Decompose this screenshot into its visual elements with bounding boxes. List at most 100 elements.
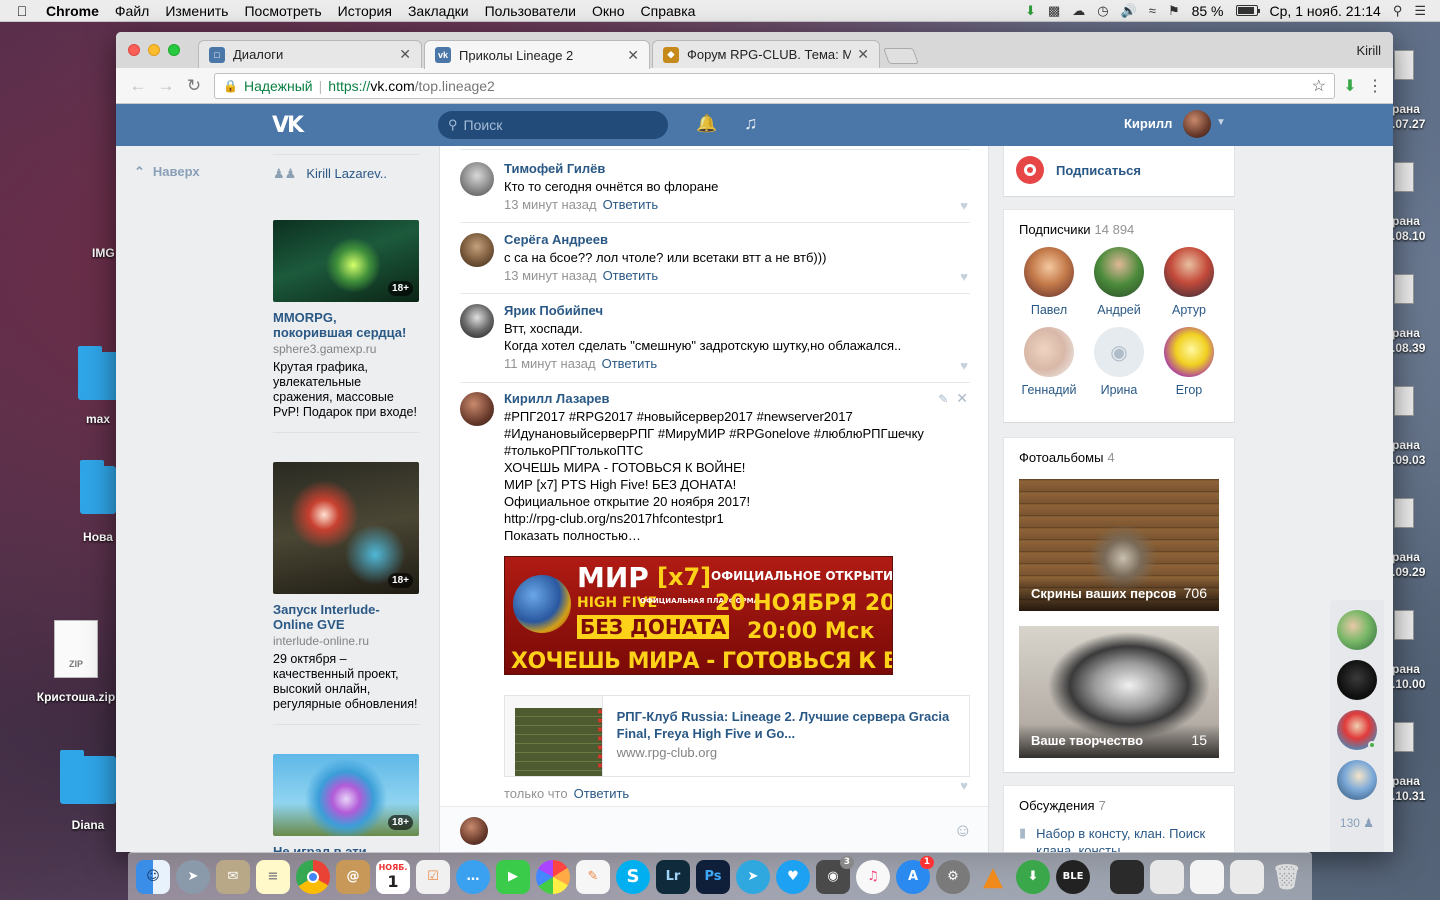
comment-avatar[interactable] bbox=[460, 233, 494, 267]
menu-app-name[interactable]: Chrome bbox=[44, 3, 107, 19]
hashtags-line[interactable]: #толькоРПГтолькоПТС bbox=[504, 442, 970, 459]
battery-icon[interactable] bbox=[1235, 5, 1260, 16]
hashtags-line[interactable]: #ИдунановыйсерверРПГ #МируМИР #RPGonelov… bbox=[504, 425, 970, 442]
bookmark-star-icon[interactable]: ☆ bbox=[1312, 76, 1326, 96]
back-arrow-icon[interactable]: ← bbox=[124, 76, 152, 96]
reply-link[interactable]: Ответить bbox=[574, 786, 630, 801]
link-preview-title[interactable]: РПГ-Клуб Russia: Lineage 2. Лучшие серве… bbox=[617, 708, 955, 742]
flag-icon[interactable]: ⚑ bbox=[1168, 3, 1180, 19]
subscriber-item[interactable]: Павел bbox=[1014, 247, 1084, 317]
apple-menu-icon[interactable]:  bbox=[0, 3, 44, 19]
chat-avatar[interactable] bbox=[1337, 760, 1377, 800]
facetime-icon[interactable]: ▶ bbox=[496, 859, 530, 894]
desktop-screenshot-icon[interactable] bbox=[1394, 274, 1414, 304]
reply-link[interactable]: Ответить bbox=[603, 268, 659, 283]
subscriber-item[interactable]: Геннадий bbox=[1014, 327, 1084, 397]
desktop-folder-diana[interactable]: Diana bbox=[60, 750, 116, 832]
subscriber-item[interactable]: Артур bbox=[1154, 247, 1224, 317]
ad-interlude-online[interactable]: 18+ Запуск Interlude-Online GVE interlud… bbox=[273, 462, 419, 725]
lightroom-icon[interactable]: Lr bbox=[656, 859, 690, 894]
comment-composer[interactable]: ☺ bbox=[440, 806, 988, 852]
subscriber-item[interactable]: ◉ Ирина bbox=[1084, 327, 1154, 397]
ad-image[interactable]: 18+ bbox=[273, 462, 419, 594]
menu-bookmarks[interactable]: Закладки bbox=[400, 3, 477, 19]
new-tab-button[interactable] bbox=[883, 48, 919, 64]
like-heart-icon[interactable]: ♥ bbox=[960, 269, 968, 284]
minimized-window-icon[interactable] bbox=[1190, 859, 1224, 894]
messages-bubble-icon[interactable]: … bbox=[456, 859, 490, 894]
app-store-icon[interactable]: A1 bbox=[896, 855, 934, 894]
link-preview-thumbnail[interactable]: ✖✔ ✖✔ ✖✔ ✖✔ ✖✔ ✖✔ ✖✔ bbox=[505, 696, 603, 776]
pages-icon[interactable]: ✎ bbox=[576, 859, 610, 894]
ad-image[interactable]: 18+ bbox=[273, 220, 419, 302]
discussions-header[interactable]: Обсуждения 7 bbox=[1004, 786, 1234, 813]
chat-avatar[interactable] bbox=[1337, 660, 1377, 700]
notifications-bell-icon[interactable]: 🔔 bbox=[696, 114, 717, 134]
desktop-screenshot-icon[interactable] bbox=[1394, 50, 1414, 80]
close-tab-icon[interactable]: ✕ bbox=[399, 46, 411, 63]
wifi-icon[interactable]: ≈ bbox=[1149, 3, 1156, 18]
comment-avatar[interactable] bbox=[460, 162, 494, 196]
post-url-link[interactable]: http://rpg-club.org/ns2017hfcontestpr1 bbox=[504, 510, 970, 527]
header-user-name[interactable]: Кирилл bbox=[1124, 116, 1172, 131]
ads-viewer[interactable]: ♟♟ Kirill Lazarev.. bbox=[273, 166, 387, 182]
desktop-screenshot-icon[interactable] bbox=[1394, 498, 1414, 528]
trash-icon[interactable]: 🗑 bbox=[1270, 860, 1304, 894]
comment-author[interactable]: Тимофей Гилёв bbox=[504, 160, 970, 178]
itunes-icon[interactable]: ♫ bbox=[856, 859, 890, 894]
comment-time[interactable]: только что bbox=[504, 786, 568, 801]
comment-author[interactable]: Серёга Андреев bbox=[504, 231, 970, 249]
reminders-icon[interactable]: ☑ bbox=[416, 859, 450, 894]
photoshop-icon[interactable]: Ps bbox=[696, 859, 730, 894]
album-creativity[interactable]: Ваше творчество 15 bbox=[1019, 626, 1219, 758]
minimize-window-button[interactable] bbox=[148, 44, 160, 56]
desktop-zip-file[interactable]: ZIP Кристоша.zip bbox=[36, 620, 116, 704]
subscriber-item[interactable]: Егор bbox=[1154, 327, 1224, 397]
close-tab-icon[interactable]: ✕ bbox=[627, 47, 639, 64]
zoom-window-button[interactable] bbox=[168, 44, 180, 56]
menu-edit[interactable]: Изменить bbox=[157, 3, 236, 19]
subscriber-item[interactable]: Андрей bbox=[1084, 247, 1154, 317]
chrome-icon[interactable] bbox=[296, 859, 330, 894]
volume-icon[interactable]: 🔊 bbox=[1121, 3, 1137, 19]
chat-avatar[interactable] bbox=[1337, 710, 1377, 750]
vlc-cone-icon[interactable]: ▲ bbox=[976, 860, 1010, 894]
calendar-icon[interactable]: НОЯБ. 1 bbox=[376, 859, 410, 894]
skype-icon[interactable]: S bbox=[616, 859, 650, 894]
vk-search-input[interactable]: ⚲ Поиск bbox=[438, 111, 668, 139]
edit-pencil-icon[interactable]: ✎ bbox=[938, 392, 948, 406]
ad-title[interactable]: Не играл в эти... bbox=[273, 844, 419, 852]
comment-time[interactable]: 11 минут назад bbox=[504, 356, 596, 371]
subscribers-header[interactable]: Подписчики 14 894 bbox=[1004, 210, 1234, 243]
reply-link[interactable]: Ответить bbox=[603, 197, 659, 212]
desktop-screenshot-icon[interactable] bbox=[1394, 722, 1414, 752]
chevron-down-icon[interactable]: ▼ bbox=[1216, 117, 1226, 128]
subscribe-button[interactable]: Подписаться bbox=[1004, 146, 1234, 194]
desktop-screenshot-icon[interactable] bbox=[1394, 162, 1414, 192]
twitter-icon[interactable]: ♥ bbox=[776, 859, 810, 894]
emoji-smile-icon[interactable]: ☺ bbox=[954, 820, 972, 841]
desktop-screenshot-label[interactable]: рана .09.03 bbox=[1392, 438, 1440, 468]
spotlight-icon[interactable]: ⚲ bbox=[1393, 3, 1403, 19]
ad-third[interactable]: 18+ Не играл в эти... bbox=[273, 754, 419, 852]
address-bar[interactable]: 🔒 Надежный | https:// vk.com /top.lineag… bbox=[214, 72, 1335, 99]
comment-avatar[interactable] bbox=[460, 304, 494, 338]
menu-file[interactable]: Файл bbox=[107, 3, 157, 19]
photo-albums-header[interactable]: Фотоальбомы 4 bbox=[1004, 438, 1234, 471]
clock[interactable]: Ср, 1 нояб. 21:14 bbox=[1270, 3, 1381, 19]
forward-arrow-icon[interactable]: → bbox=[152, 76, 180, 96]
mail-stamp-icon[interactable]: ✉ bbox=[216, 859, 250, 894]
show-more-link[interactable]: Показать полностью… bbox=[504, 527, 970, 544]
online-count[interactable]: 130 ♟ bbox=[1330, 816, 1384, 830]
album-screenshots[interactable]: Скрины ваших персов 706 bbox=[1019, 479, 1219, 611]
telegram-icon[interactable]: ➤ bbox=[736, 859, 770, 894]
comment-author[interactable]: Ярик Побийпеч bbox=[504, 302, 970, 320]
desktop-screenshot-icon[interactable] bbox=[1394, 386, 1414, 416]
comment-time[interactable]: 13 минут назад bbox=[504, 268, 597, 283]
ad-sphere3[interactable]: 18+ MMORPG, покорившая сердца! sphere3.g… bbox=[273, 220, 419, 433]
notification-center-icon[interactable]: ☰ bbox=[1414, 3, 1426, 19]
image-capture-icon[interactable]: ◉ 3 bbox=[816, 855, 854, 894]
menu-view[interactable]: Посмотреть bbox=[236, 3, 329, 19]
desktop-folder-new[interactable]: Нова bbox=[80, 460, 116, 544]
notes-icon[interactable]: ≡ bbox=[256, 859, 290, 894]
